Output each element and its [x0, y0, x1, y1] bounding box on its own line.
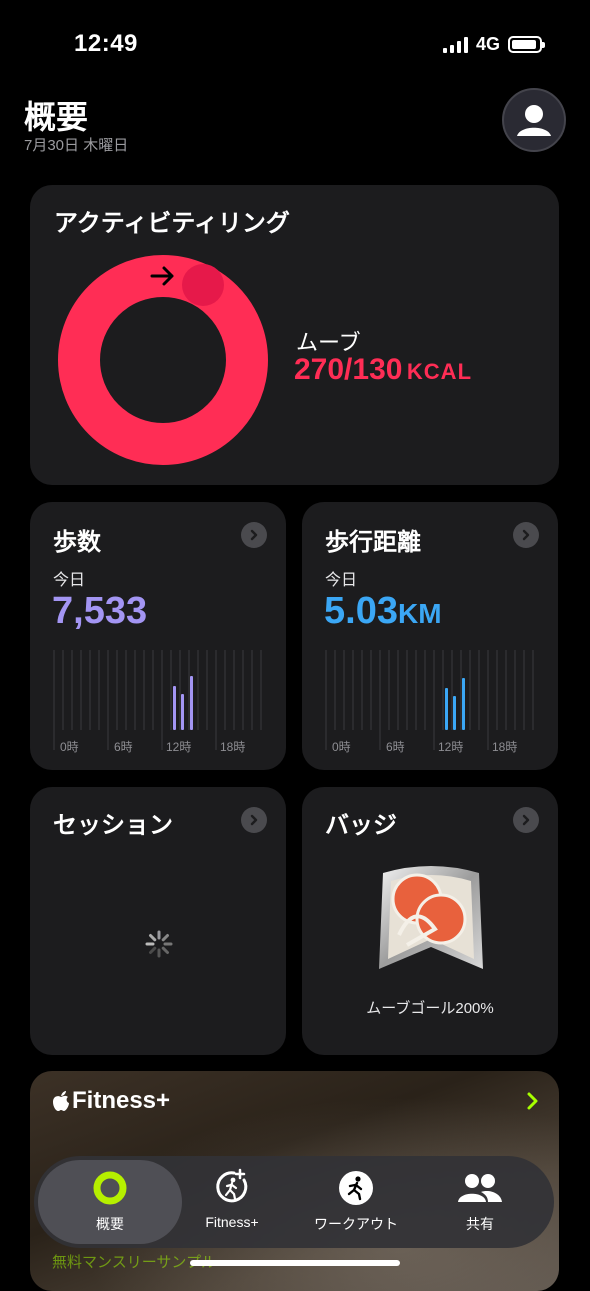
distance-title: 歩行距離: [325, 529, 421, 556]
steps-card[interactable]: 歩数 今日 7,533 0時 6時 12時 18時: [30, 502, 286, 770]
tab-workout[interactable]: ワークアウト: [286, 1166, 426, 1238]
steps-value: 7,533: [52, 590, 148, 632]
activity-rings-card[interactable]: アクティビティリング ムーブ 270/130 KCAL: [30, 185, 559, 485]
tab-sharing[interactable]: 共有: [410, 1166, 550, 1238]
tab-label: 概要: [96, 1216, 124, 1232]
person-icon: [517, 105, 551, 136]
axis-label: 12時: [438, 740, 464, 754]
battery-icon: [508, 36, 545, 53]
move-value: 270/130: [294, 353, 403, 386]
cellular-signal-icon: [442, 36, 468, 53]
tab-label: 共有: [466, 1216, 494, 1232]
home-indicator: [190, 1260, 400, 1266]
move-goal-badge-icon: [379, 866, 483, 969]
axis-label: 12時: [166, 740, 192, 754]
steps-today-label: 今日: [53, 572, 86, 589]
sharing-people-icon: [458, 1174, 502, 1202]
distance-hourly-chart: [325, 650, 534, 750]
status-indicators: 4G: [442, 34, 545, 55]
walking-distance-card[interactable]: 歩行距離 今日 5.03KM 0時 6時 12時 18時: [302, 502, 558, 770]
page-date: 7月30日 木曜日: [24, 137, 129, 154]
distance-unit: KM: [397, 598, 442, 629]
chevron-right-icon[interactable]: [241, 807, 267, 833]
axis-label: 0時: [60, 740, 79, 754]
tab-fitness-plus[interactable]: Fitness+: [162, 1166, 302, 1238]
rings-icon: [93, 1171, 127, 1205]
tab-bar: 概要 Fitness+ ワークアウト 共有: [34, 1156, 554, 1248]
tab-summary[interactable]: 概要: [40, 1166, 180, 1238]
axis-label: 6時: [386, 740, 405, 754]
move-unit: KCAL: [406, 359, 473, 384]
chevron-right-icon[interactable]: [526, 1091, 540, 1111]
badge-label: ムーブゴール200%: [366, 1000, 494, 1017]
tab-label: Fitness+: [205, 1214, 259, 1230]
badges-card[interactable]: バッジ ムーブゴール200%: [302, 787, 558, 1055]
activity-rings-title: アクティビティリング: [54, 210, 290, 237]
chevron-right-icon[interactable]: [241, 522, 267, 548]
network-type: 4G: [475, 34, 500, 54]
sessions-title: セッション: [53, 812, 173, 839]
workout-runner-icon: [339, 1171, 373, 1205]
status-time: 12:49: [74, 30, 138, 57]
fitness-plus-icon: [216, 1168, 248, 1203]
steps-title: 歩数: [53, 529, 101, 556]
profile-avatar-button[interactable]: [502, 88, 566, 152]
steps-hourly-chart: [53, 650, 262, 750]
loading-spinner-icon: [145, 930, 173, 958]
axis-label: 0時: [332, 740, 351, 754]
axis-label: 18時: [220, 740, 246, 754]
distance-today-label: 今日: [325, 572, 358, 589]
sessions-card[interactable]: セッション: [30, 787, 286, 1055]
chevron-right-icon[interactable]: [513, 522, 539, 548]
fitness-plus-title: Fitness+: [72, 1087, 171, 1114]
tab-label: ワークアウト: [314, 1216, 398, 1232]
axis-label: 6時: [114, 740, 133, 754]
distance-value: 5.03: [324, 590, 398, 632]
axis-label: 18時: [492, 740, 518, 754]
page-title: 概要: [24, 99, 89, 135]
apple-logo-icon: [53, 1091, 69, 1111]
badges-title: バッジ: [325, 812, 397, 839]
move-ring: [58, 255, 268, 465]
chevron-right-icon[interactable]: [513, 807, 539, 833]
